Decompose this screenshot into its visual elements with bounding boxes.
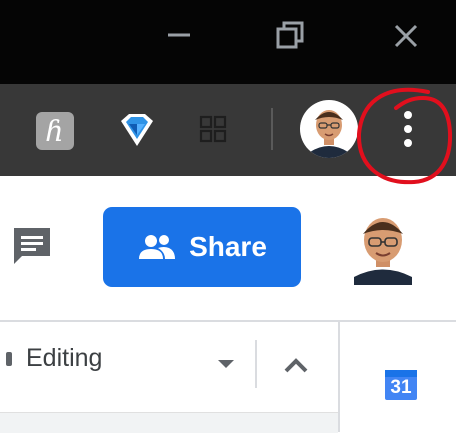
avatar-icon (301, 101, 357, 158)
share-label: Share (189, 231, 267, 262)
calendar-day: 31 (390, 377, 412, 398)
more-options-icon[interactable] (386, 104, 430, 154)
people-icon (139, 235, 176, 259)
editing-mode-label[interactable]: Editing (26, 344, 102, 373)
close-icon[interactable] (381, 14, 429, 58)
h-extension-glyph: ɦ (45, 114, 64, 148)
account-avatar-icon[interactable] (348, 207, 418, 285)
minimize-icon[interactable] (154, 14, 202, 58)
h-extension-icon[interactable]: ɦ (36, 112, 74, 150)
toolbar-divider (271, 108, 273, 150)
share-button[interactable]: Share (103, 207, 301, 287)
profile-avatar-button[interactable] (300, 100, 358, 158)
grid-extension-icon[interactable] (198, 114, 228, 144)
toolbar-edge-marker (6, 352, 12, 366)
chevron-down-icon[interactable] (214, 356, 238, 372)
restore-icon[interactable] (266, 14, 314, 58)
toolbar-separator (255, 340, 257, 388)
comment-icon[interactable] (8, 222, 56, 270)
gem-extension-icon[interactable] (116, 112, 158, 150)
docs-ruler (0, 412, 338, 433)
chevron-up-icon[interactable] (276, 346, 316, 386)
